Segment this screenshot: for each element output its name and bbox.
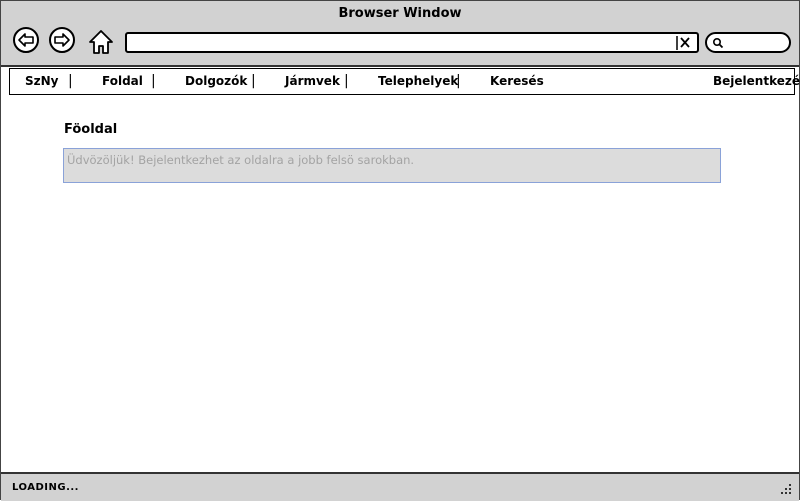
welcome-box: Üdvözöljük! Bejelentkezhet az oldalra a …: [63, 148, 721, 183]
nav-item-jarmvek[interactable]: Jármvek: [285, 74, 340, 88]
resize-grip-icon: [781, 484, 791, 494]
status-bar: LOADING...: [1, 472, 799, 501]
nav-separator: |: [68, 73, 73, 89]
nav-separator: |: [251, 73, 256, 89]
browser-window: Browser Window SzNy | Foldal | Dolgozók …: [0, 0, 800, 501]
close-icon: [676, 36, 690, 50]
nav-separator: |: [344, 73, 349, 89]
back-button[interactable]: [13, 27, 39, 53]
address-bar[interactable]: [125, 32, 699, 53]
page-title: Föoldal: [64, 122, 118, 137]
search-field[interactable]: [705, 32, 791, 53]
nav-item-szny[interactable]: SzNy: [25, 74, 59, 88]
arrow-left-icon: [18, 33, 34, 47]
home-button[interactable]: [87, 28, 115, 56]
resize-grip[interactable]: [779, 481, 793, 495]
status-text: LOADING...: [12, 482, 79, 493]
home-icon: [89, 30, 113, 54]
nav-bar: SzNy | Foldal | Dolgozók | Jármvek | Tel…: [9, 68, 800, 95]
arrow-right-icon: [54, 33, 70, 47]
nav-separator: |: [456, 73, 461, 89]
nav-item-foldal[interactable]: Foldal: [102, 74, 143, 88]
clear-url-button[interactable]: [676, 35, 692, 51]
nav-item-telephelyek[interactable]: Telephelyek: [378, 74, 458, 88]
forward-button[interactable]: [49, 27, 75, 53]
nav-item-dolgozok[interactable]: Dolgozók: [185, 74, 247, 88]
nav-separator: |: [151, 73, 156, 89]
nav-item-login[interactable]: Bejelentkezés: [713, 74, 800, 88]
welcome-text: Üdvözöljük! Bejelentkezhet az oldalra a …: [67, 153, 415, 167]
window-title: Browser Window: [338, 6, 462, 21]
title-bar: Browser Window: [1, 1, 799, 67]
search-icon: [712, 37, 724, 49]
nav-item-kereses[interactable]: Keresés: [490, 74, 544, 88]
